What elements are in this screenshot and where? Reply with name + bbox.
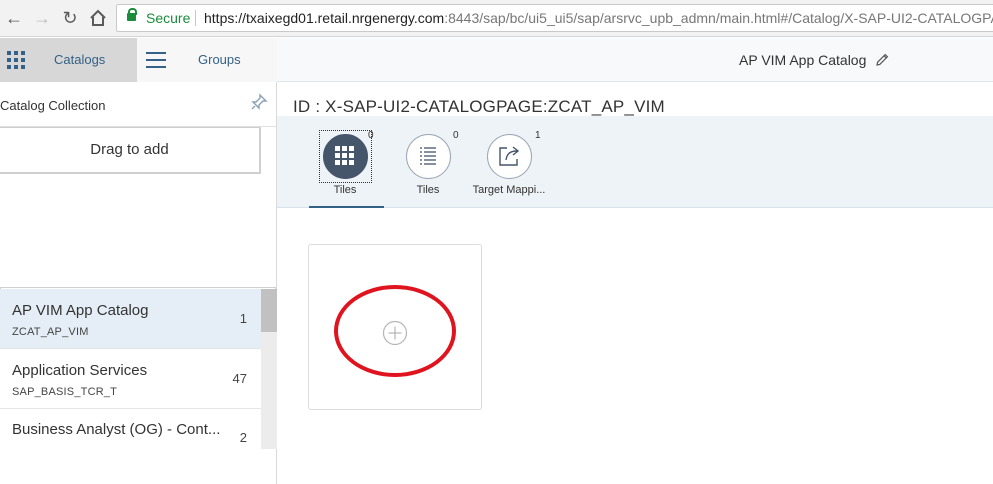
- browser-toolbar: ← → ↻ Secure https://txaixegd01.retail.n…: [0, 0, 993, 37]
- catalog-page-id: ID : X-SAP-UI2-CATALOGPAGE:ZCAT_AP_VIM: [293, 97, 665, 116]
- icon-tab-bar: 0 Tiles 0 Tiles 1 Target Mappi...: [277, 116, 993, 208]
- tab-catalogs-label: Catalogs: [54, 52, 106, 67]
- catalog-id: ZCAT_AP_VIM: [12, 326, 89, 338]
- tab-groups-label: Groups: [198, 52, 241, 67]
- pin-icon[interactable]: [248, 93, 270, 115]
- add-tile[interactable]: [308, 244, 482, 410]
- tab-groups[interactable]: Groups: [137, 38, 277, 82]
- secure-label: Secure: [146, 10, 191, 26]
- edit-icon[interactable]: [874, 52, 890, 68]
- tab-tiles-grid[interactable]: 0 Tiles: [305, 129, 385, 209]
- tab-count: 0: [368, 130, 374, 141]
- plus-icon: [382, 320, 408, 346]
- tab-target-mappings[interactable]: 1 Target Mappi...: [469, 129, 549, 209]
- page-header: AP VIM App Catalog: [277, 38, 993, 82]
- tab-count: 0: [453, 130, 459, 141]
- grid-icon: [323, 134, 368, 179]
- back-icon[interactable]: ←: [4, 6, 24, 30]
- list-item[interactable]: AP VIM App Catalog ZCAT_AP_VIM 1: [0, 289, 261, 349]
- address-bar[interactable]: Secure https://txaixegd01.retail.nrgener…: [116, 4, 993, 32]
- lock-icon: [127, 8, 137, 21]
- list-scrollbar[interactable]: [261, 289, 277, 449]
- catalog-title: Business Analyst (OG) - Cont...: [12, 421, 221, 438]
- catalog-title: Application Services: [12, 362, 148, 379]
- catalog-count: 1: [239, 311, 247, 326]
- reload-icon[interactable]: ↻: [60, 6, 80, 30]
- tab-count: 1: [535, 130, 541, 141]
- tab-tiles-list[interactable]: 0 Tiles: [388, 129, 468, 209]
- catalog-id: SAP_BASIS_TCR_T: [12, 386, 118, 398]
- scrollbar-thumb[interactable]: [261, 289, 277, 332]
- list-item[interactable]: Business Analyst (OG) - Cont... 2: [0, 409, 261, 449]
- tab-label: Target Mappi...: [472, 184, 546, 196]
- forward-icon[interactable]: →: [32, 6, 52, 30]
- url-text: https://txaixegd01.retail.nrgenergy.com:…: [204, 10, 993, 26]
- catalog-collection-title: Catalog Collection: [0, 98, 106, 113]
- catalog-count: 47: [232, 371, 247, 386]
- drag-to-add-zone[interactable]: Drag to add: [0, 127, 261, 174]
- apps-grid-icon: [7, 51, 25, 69]
- list-item[interactable]: Application Services SAP_BASIS_TCR_T 47: [0, 349, 261, 409]
- home-icon[interactable]: [88, 6, 108, 30]
- list-icon: [406, 134, 451, 179]
- sidebar-tabs: Catalogs Groups: [0, 38, 277, 82]
- tab-catalogs[interactable]: Catalogs: [0, 38, 137, 82]
- page-title: AP VIM App Catalog: [739, 52, 867, 68]
- catalog-list: AP VIM App Catalog ZCAT_AP_VIM 1 Applica…: [0, 289, 277, 449]
- active-tab-indicator: [309, 206, 384, 208]
- menu-icon: [146, 52, 166, 68]
- catalog-title: AP VIM App Catalog: [12, 302, 149, 319]
- share-icon: [487, 134, 532, 179]
- catalog-count: 2: [239, 430, 247, 445]
